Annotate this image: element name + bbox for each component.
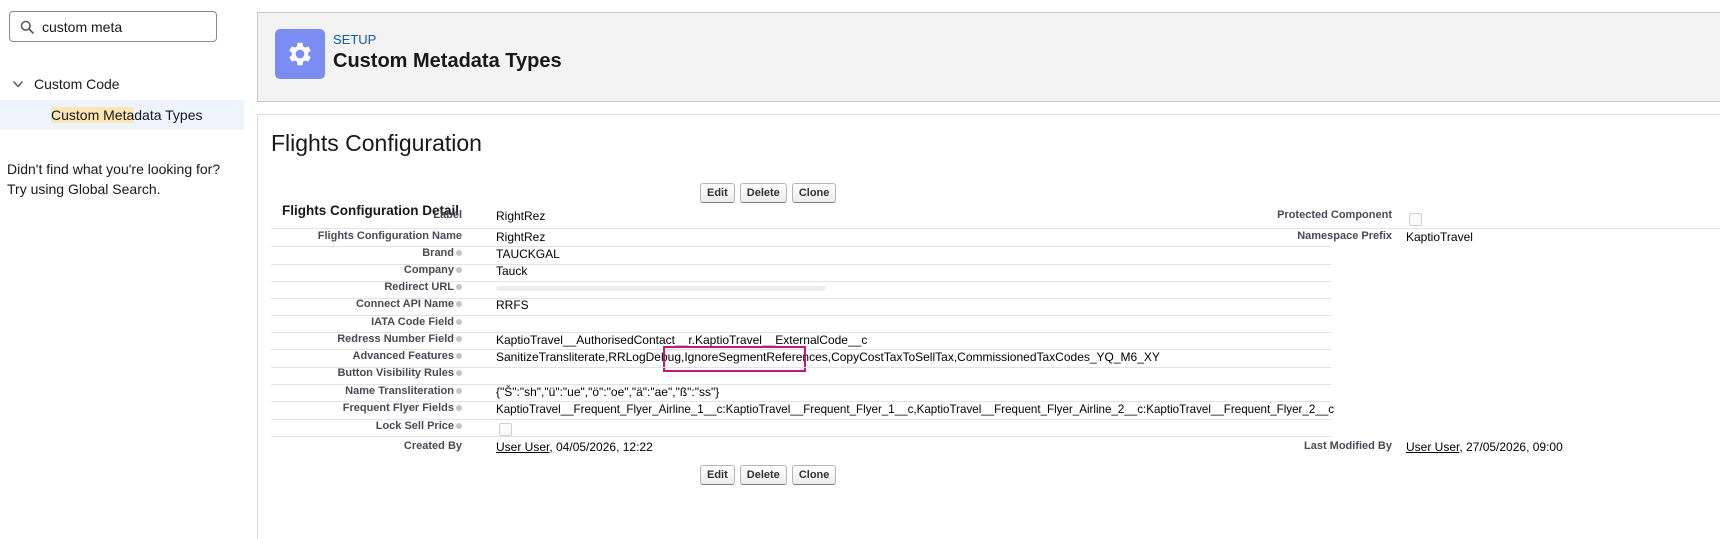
field-value-frequent-flyer: KaptioTravel__Frequent_Flyer_Airline_1__… — [496, 403, 1335, 416]
page-header: SETUP Custom Metadata Types — [257, 12, 1720, 102]
help-info-icon[interactable] — [456, 319, 462, 326]
top-button-bar: Edit Delete Clone — [700, 183, 837, 203]
chevron-down-icon[interactable] — [12, 78, 24, 90]
field-label-button-visibility: Button Visibility Rules — [258, 364, 462, 383]
field-value-namespace-prefix: KaptioTravel — [1406, 230, 1473, 244]
hint-line: Try using Global Search. — [7, 181, 161, 197]
help-info-icon[interactable] — [456, 370, 462, 377]
quick-find-box[interactable] — [9, 11, 217, 42]
help-info-icon[interactable] — [456, 405, 462, 412]
field-label-frequent-flyer: Frequent Flyer Fields — [258, 399, 462, 418]
help-info-icon[interactable] — [456, 267, 462, 274]
help-info-icon[interactable] — [456, 284, 462, 291]
edit-button[interactable]: Edit — [700, 183, 735, 203]
delete-button[interactable]: Delete — [739, 183, 787, 203]
field-value-connect-api-name: RRFS — [496, 298, 529, 312]
help-info-icon[interactable] — [456, 353, 462, 360]
no-results-hint: Didn't find what you're looking for? Try… — [7, 159, 220, 199]
help-info-icon[interactable] — [456, 423, 462, 430]
bottom-button-bar: Edit Delete Clone — [700, 465, 837, 485]
field-label-last-modified-by: Last Modified By — [1303, 440, 1392, 452]
help-info-icon[interactable] — [456, 336, 462, 343]
help-info-icon[interactable] — [456, 301, 462, 308]
clone-button[interactable]: Clone — [791, 465, 837, 485]
field-label-label: Label — [433, 209, 462, 221]
edit-button[interactable]: Edit — [700, 465, 735, 485]
setup-sidebar: Custom Code Custom Metadata Types Didn't… — [0, 0, 244, 539]
protected-component-checkbox — [1409, 213, 1422, 226]
field-value-label: RightRez — [496, 209, 546, 223]
field-label-connect-api-name: Connect API Name — [258, 295, 462, 314]
search-icon — [20, 20, 34, 34]
tree-item-label-rest: data Types — [134, 107, 203, 123]
field-value-company: Tauck — [496, 264, 528, 278]
search-match-highlight: Custom Meta — [51, 107, 135, 123]
modified-by-user-link[interactable]: User User — [1406, 440, 1459, 454]
field-label-protected-component: Protected Component — [1277, 209, 1392, 221]
tree-item-custom-metadata-types[interactable]: Custom Metadata Types — [0, 100, 244, 130]
annotation-highlight-box — [663, 346, 806, 372]
hint-line: Didn't find what you're looking for? — [7, 161, 221, 177]
tree-item-label: Custom Code — [34, 76, 120, 92]
lock-sell-price-checkbox — [499, 423, 512, 436]
field-value-created-by: User User, 04/05/2026, 12:22 — [496, 440, 653, 454]
clone-button[interactable]: Clone — [791, 183, 837, 203]
field-label-created-by: Created By — [403, 440, 462, 452]
delete-button[interactable]: Delete — [739, 465, 787, 485]
help-info-icon[interactable] — [456, 250, 462, 257]
field-label-lock-sell-price: Lock Sell Price — [258, 417, 462, 436]
help-info-icon[interactable] — [456, 388, 462, 395]
redacted-value — [496, 286, 826, 291]
setup-gear-badge — [275, 29, 325, 79]
gear-icon — [289, 42, 311, 66]
page-title: Custom Metadata Types — [333, 50, 562, 72]
field-value-advanced-features: SanitizeTransliterate,RRLogDebug,IgnoreS… — [496, 350, 1160, 364]
row-divider — [271, 228, 1720, 229]
record-detail-card: Flights Configuration Flights Configurat… — [257, 114, 1720, 539]
field-value-last-modified-by: User User, 27/05/2026, 09:00 — [1406, 440, 1563, 454]
field-label-namespace-prefix: Namespace Prefix — [1297, 230, 1392, 242]
breadcrumb-setup: SETUP — [333, 32, 377, 47]
tree-item-custom-code[interactable]: Custom Code — [12, 74, 120, 94]
quick-find-input[interactable] — [42, 16, 212, 37]
record-title: Flights Configuration — [271, 130, 482, 156]
created-by-user-link[interactable]: User User — [496, 440, 549, 454]
